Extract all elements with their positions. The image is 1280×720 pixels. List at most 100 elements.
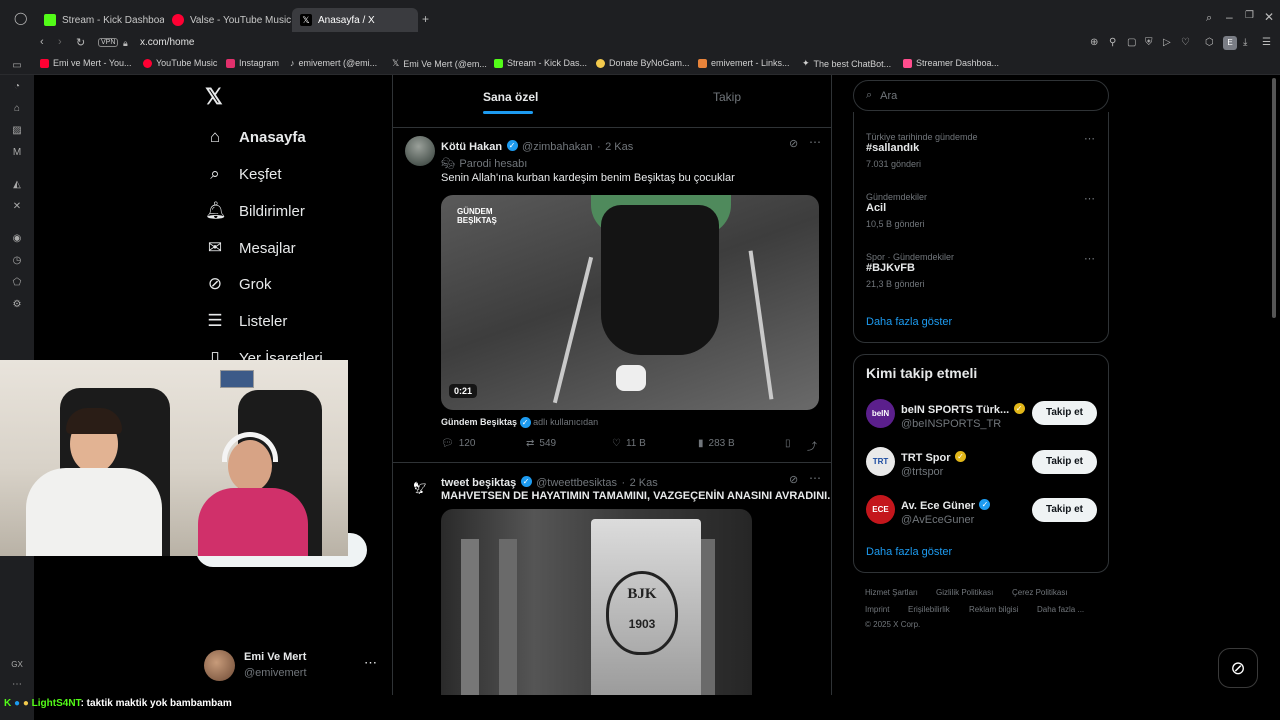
bookmark-item[interactable]: Stream - Kick Das...	[494, 58, 587, 68]
extensions-sidebar-icon[interactable]: ⬠	[11, 277, 23, 289]
opera-logo-icon[interactable]: ◯	[14, 11, 27, 25]
bookmark-item[interactable]: ♪ emivemert (@emi...	[290, 58, 377, 68]
opera-ai-icon[interactable]: ⌂	[11, 103, 23, 115]
show-more-trends-link[interactable]: Daha fazla göster	[866, 316, 952, 328]
footer-link[interactable]: Çerez Politikası	[1012, 588, 1068, 597]
avatar[interactable]	[204, 650, 235, 681]
tab-youtube-music[interactable]: Valse - YouTube Music	[164, 8, 292, 32]
like-button[interactable]: ♡ 11 B	[612, 438, 646, 449]
footer-link[interactable]: Imprint	[865, 605, 889, 614]
tweet-author-handle[interactable]: @zimbahakan	[522, 141, 592, 153]
nav-home[interactable]: ⌂ Anasayfa	[205, 127, 306, 147]
suggestion-item[interactable]: beIN SPORTS Türk... ✓ @beINSPORTS_TR	[901, 400, 1025, 430]
new-tab-icon[interactable]: +	[422, 12, 429, 26]
reply-button[interactable]: 💬︎ 120	[441, 438, 475, 449]
grok-tweet-icon[interactable]: ⊘	[789, 473, 798, 486]
tab-x-home[interactable]: 𝕏 Anasayfa / X	[292, 8, 418, 32]
download-icon[interactable]: ⤓	[1243, 37, 1247, 48]
shield-icon[interactable]: ⛨	[1145, 37, 1153, 48]
tweet-author-name[interactable]: tweet beşiktaş	[441, 477, 516, 489]
suggestion-item[interactable]: TRT Spor ✓ @trtspor	[901, 448, 966, 478]
avatar[interactable]	[405, 136, 435, 166]
scrollbar[interactable]	[1272, 78, 1276, 318]
share-button[interactable]: ⤴	[807, 438, 817, 453]
tweet[interactable]: Kötü Hakan ✓ @zimbahakan · 2 Kas ⊘ ⋯ 🎭︎ …	[393, 127, 831, 463]
m-icon[interactable]: M	[11, 147, 23, 159]
twitch-icon[interactable]: ▭	[11, 60, 23, 72]
follow-button[interactable]: Takip et	[1032, 450, 1097, 474]
views-button[interactable]: ▮ 283 B	[698, 438, 735, 449]
footer-link[interactable]: Hizmet Şartları	[865, 588, 918, 597]
snapshot-icon[interactable]: ▢	[1127, 37, 1136, 48]
tab-kick-dashboard[interactable]: Stream - Kick Dashboard	[36, 8, 164, 32]
bookmark-item[interactable]: Emi ve Mert - You...	[40, 58, 132, 68]
bookmark-item[interactable]: Donate ByNoGam...	[596, 58, 690, 68]
x-home-logo-icon[interactable]: 𝕏	[205, 84, 223, 110]
tab-for-you[interactable]: Sana özel	[483, 90, 538, 104]
bookmark-item[interactable]: ✦ The best ChatBot...	[802, 58, 891, 69]
retweet-button[interactable]: ⇄ 549	[526, 438, 556, 449]
nav-grok[interactable]: ⊘ Grok	[205, 274, 272, 294]
tweet-more-icon[interactable]: ⋯	[809, 135, 821, 149]
extensions-icon[interactable]: ⬡	[1205, 37, 1214, 48]
footer-link[interactable]: Reklam bilgisi	[969, 605, 1018, 614]
grok-tweet-icon[interactable]: ⊘	[789, 137, 798, 150]
minimize-icon[interactable]: –	[1226, 10, 1233, 24]
bookmark-item[interactable]: Instagram	[226, 58, 279, 68]
trend-item[interactable]: Spor · Gündemdekiler #BJKvFB 21,3 B gönd…	[866, 252, 954, 289]
forward-icon[interactable]: ›	[58, 36, 62, 48]
follow-button[interactable]: Takip et	[1032, 498, 1097, 522]
account-more-icon[interactable]: ⋯	[364, 655, 377, 671]
grok-floating-button[interactable]: ⊘	[1218, 648, 1258, 688]
close-window-icon[interactable]: ✕	[1264, 10, 1274, 24]
avatar[interactable]: ECE	[866, 495, 895, 524]
trend-more-icon[interactable]: ⋯	[1084, 132, 1095, 145]
tweet-time[interactable]: 2 Kas	[605, 141, 633, 153]
settings-icon[interactable]: ⚙	[11, 299, 23, 311]
avatar[interactable]: 🦅︎	[405, 473, 435, 503]
search-tabs-icon[interactable]: ⌕	[1206, 12, 1212, 25]
bookmark-item[interactable]: Streamer Dashboa...	[903, 58, 999, 68]
reload-icon[interactable]: ↻	[76, 36, 85, 49]
more-icon[interactable]: ⋯	[11, 679, 23, 691]
avatar[interactable]: beIN	[866, 399, 895, 428]
tweet-video[interactable]: GÜNDEM BEŞİKTAŞ 0:21	[441, 195, 819, 410]
search-input[interactable]: ⌕ Ara	[853, 80, 1109, 111]
url-field[interactable]: x.com/home	[140, 37, 194, 48]
footer-link[interactable]: Erişilebilirlik	[908, 605, 950, 614]
bookmark-button[interactable]: ▯	[785, 438, 791, 449]
player-icon[interactable]: ◉	[11, 233, 23, 245]
menu-icon[interactable]: ☰	[1262, 37, 1271, 48]
tweet-more-icon[interactable]: ⋯	[809, 471, 821, 485]
heart-icon[interactable]: ♡	[1181, 37, 1190, 48]
tab-following[interactable]: Takip	[713, 90, 741, 104]
bookmark-item[interactable]: emivemert - Links...	[698, 58, 790, 68]
follow-button[interactable]: Takip et	[1032, 401, 1097, 425]
play-icon[interactable]: ▷	[1163, 37, 1171, 48]
suggestion-item[interactable]: Av. Ece Güner ✓ @AvEceGuner	[901, 496, 991, 526]
trend-more-icon[interactable]: ⋯	[1084, 192, 1095, 205]
messenger-icon[interactable]: ◭	[11, 179, 23, 191]
nav-lists[interactable]: ☰ Listeler	[205, 311, 287, 331]
bookmark-item[interactable]: 𝕏 Emi Ve Mert (@em...	[392, 58, 487, 69]
footer-link[interactable]: Gizlilik Politikası	[936, 588, 993, 597]
profile-avatar[interactable]: E	[1223, 36, 1237, 50]
pin-icon[interactable]: ⚲	[1109, 37, 1116, 48]
nav-explore[interactable]: ⌕ Keşfet	[205, 164, 281, 184]
nav-messages[interactable]: ✉ Mesajlar	[205, 238, 296, 258]
trend-more-icon[interactable]: ⋯	[1084, 252, 1095, 265]
tweet[interactable]: 🦅︎ tweet beşiktaş ✓ @tweettbesiktas · 2 …	[393, 463, 831, 695]
footer-link[interactable]: Daha fazla ...	[1037, 605, 1084, 614]
video-source[interactable]: Gündem Beşiktaş ✓ adlı kullanıcıdan	[441, 417, 598, 429]
tweet-image[interactable]: BJK 1903	[441, 509, 752, 695]
tweet-author-handle[interactable]: @tweettbesiktas	[536, 477, 617, 489]
bookmark-item[interactable]: YouTube Music	[143, 58, 217, 68]
tweet-time[interactable]: 2 Kas	[630, 477, 658, 489]
back-icon[interactable]: ‹	[40, 36, 44, 48]
gallery-icon[interactable]: ▨	[11, 125, 23, 137]
avatar[interactable]: TRT	[866, 447, 895, 476]
restore-icon[interactable]: ❐	[1245, 10, 1254, 21]
trend-item[interactable]: Türkiye tarihinde gündemde #sallandık 7.…	[866, 132, 978, 169]
gx-icon[interactable]: GX	[11, 659, 23, 671]
history-icon[interactable]: ◷	[11, 255, 23, 267]
